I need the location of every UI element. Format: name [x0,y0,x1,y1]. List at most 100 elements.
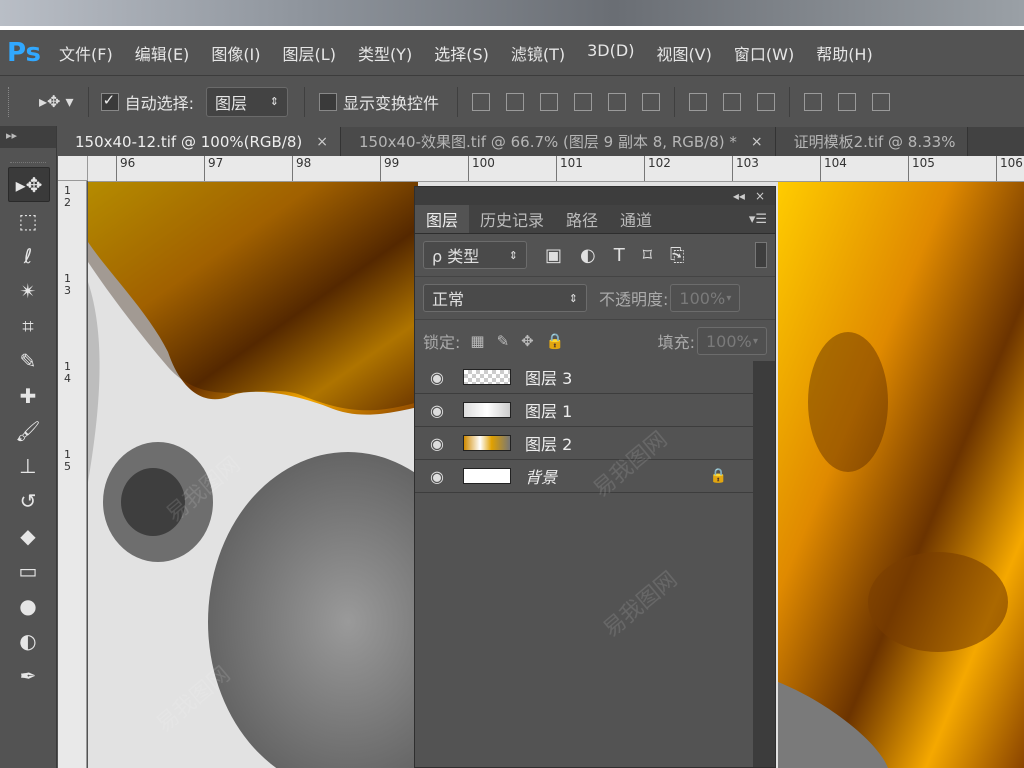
brush-tool-icon[interactable]: 🖌 [8,414,48,447]
visibility-eye-icon[interactable]: ◉ [415,368,459,387]
clone-stamp-icon[interactable]: ⊥ [8,449,48,482]
updown-icon: ⇕ [269,95,279,108]
tab-channels[interactable]: 通道 [609,205,663,233]
align-top-icon[interactable] [471,92,490,111]
ruler-tick: 101 [556,156,583,181]
filter-toggle[interactable] [755,242,767,268]
filter-type-dropdown[interactable]: ρ 类型 ⇕ [423,241,527,269]
menu-help[interactable]: 帮助(H) [805,41,884,65]
separator [303,86,305,117]
eyedropper-icon[interactable]: ✎ [8,344,48,377]
menu-view[interactable]: 视图(V) [645,41,722,65]
align-vcenter-icon[interactable] [505,92,524,111]
fill-value: 100% [706,331,752,351]
tab-layers[interactable]: 图层 [415,205,470,233]
opacity-value: 100% [679,288,726,308]
close-icon[interactable]: × [316,134,328,150]
layer-row-2[interactable]: ◉ 图层 2 [415,427,753,460]
tab-paths[interactable]: 路径 [555,205,609,233]
visibility-eye-icon[interactable]: ◉ [415,467,459,486]
tab-doc-2[interactable]: 150x40-效果图.tif @ 66.7% (图层 9 副本 8, RGB/8… [340,127,776,156]
tab-doc-1[interactable]: 150x40-12.tif @ 100%(RGB/8) × [57,127,341,156]
menu-file[interactable]: 文件(F) [48,41,124,65]
layer-name: 图层 3 [525,369,573,388]
align-bottom-icon[interactable] [539,92,558,111]
layer-row-3[interactable]: ◉ 图层 3 [415,361,753,394]
collapse-panel-icon[interactable]: ◂◂ [733,189,745,203]
menu-edit[interactable]: 编辑(E) [124,41,201,65]
filter-type-icon[interactable]: T [614,245,625,266]
layers-list: ◉ 图层 3 ◉ 图层 1 ◉ 图层 2 ◉ 背景 🔒 [415,361,753,493]
show-transform-toggle[interactable]: 显示变换控件 [318,90,439,114]
filter-pixel-icon[interactable]: ▣ [545,245,562,266]
align-left-icon[interactable] [573,92,592,111]
filter-adjustment-icon[interactable]: ◐ [580,245,596,266]
move-tool-icon[interactable]: ▸✥ [8,167,50,202]
layer-thumbnail [463,468,511,484]
lock-icon: 🔒 [709,468,727,484]
close-icon[interactable]: × [751,134,763,150]
toolbox-collapse[interactable]: ▸▸ [0,126,56,148]
pen-tool-icon[interactable]: ✒ [8,659,48,692]
marquee-tool-icon[interactable]: ⬚ [8,204,48,237]
tab-history[interactable]: 历史记录 [469,205,555,233]
align-hcenter-icon[interactable] [607,92,626,111]
menu-type[interactable]: 类型(Y) [347,41,423,65]
distribute-bottom-icon[interactable] [756,92,775,111]
tab-label: 证明模板2.tif @ 8.33% [793,133,956,151]
layer-row-background[interactable]: ◉ 背景 🔒 [415,460,753,493]
move-tool-preset-icon[interactable]: ▸✥ ▾ [39,92,74,111]
distribute-right-icon[interactable] [871,92,890,111]
updown-icon: ⇕ [508,248,518,262]
blend-mode-dropdown[interactable]: 正常 ⇕ [423,284,587,312]
distribute-vcenter-icon[interactable] [722,92,741,111]
distribute-top-icon[interactable] [688,92,707,111]
horizontal-ruler[interactable]: 96 97 98 99 100 101 102 103 104 105 106 [88,156,1024,182]
auto-select-toggle[interactable]: 自动选择: [100,90,194,114]
tab-doc-3[interactable]: 证明模板2.tif @ 8.33% [775,127,969,156]
history-brush-icon[interactable]: ↺ [8,484,48,517]
ruler-corner[interactable] [58,156,88,181]
panel-menu-icon[interactable]: ▾☰ [749,205,775,233]
distribute-hcenter-icon[interactable] [837,92,856,111]
dodge-tool-icon[interactable]: ◐ [8,624,48,657]
distribute-left-icon[interactable] [803,92,822,111]
filter-smart-object-icon[interactable]: ⎘ [670,245,684,266]
filter-shape-icon[interactable]: ⌑ [643,245,652,266]
blur-tool-icon[interactable]: ● [8,589,48,622]
close-icon[interactable]: × [755,189,765,203]
vertical-ruler[interactable]: 1 2 1 3 1 4 1 5 [58,181,87,768]
lock-transparent-icon[interactable]: ▦ [470,332,484,350]
show-transform-checkbox[interactable] [318,92,337,111]
menu-select[interactable]: 选择(S) [423,41,500,65]
menu-window[interactable]: 窗口(W) [723,41,805,65]
magic-wand-icon[interactable]: ✴ [8,274,48,307]
visibility-eye-icon[interactable]: ◉ [415,434,459,453]
layers-scrollbar[interactable] [753,361,775,767]
lock-all-icon[interactable]: 🔒 [546,332,565,350]
menu-layer[interactable]: 图层(L) [272,41,347,65]
opacity-field[interactable]: 100% ▾ [670,284,741,312]
align-right-icon[interactable] [641,92,660,111]
menu-filter[interactable]: 滤镜(T) [500,41,576,65]
filter-row: ρ 类型 ⇕ ▣ ◐ T ⌑ ⎘ [415,234,775,277]
gradient-tool-icon[interactable]: ▭ [8,554,48,587]
ruler-tick: 100 [468,156,495,181]
toolbox-grip[interactable] [10,148,46,163]
eraser-icon[interactable]: ◆ [8,519,48,552]
menu-3d[interactable]: 3D(D) [576,41,645,65]
healing-brush-icon[interactable]: ✚ [8,379,48,412]
lock-position-icon[interactable]: ✥ [521,332,534,350]
lock-paint-icon[interactable]: ✎ [497,332,510,350]
auto-select-dropdown[interactable]: 图层 ⇕ [205,86,288,117]
options-grip[interactable] [8,86,19,117]
panel-header: ◂◂ × [415,187,775,205]
auto-select-checkbox[interactable] [100,91,119,111]
menu-image[interactable]: 图像(I) [200,41,271,65]
lasso-tool-icon[interactable]: ℓ [8,239,48,272]
layer-row-1[interactable]: ◉ 图层 1 [415,394,753,427]
crop-tool-icon[interactable]: ⌗ [8,309,48,342]
updown-icon: ⇕ [568,291,578,305]
visibility-eye-icon[interactable]: ◉ [415,401,459,420]
fill-field[interactable]: 100% ▾ [697,327,767,355]
